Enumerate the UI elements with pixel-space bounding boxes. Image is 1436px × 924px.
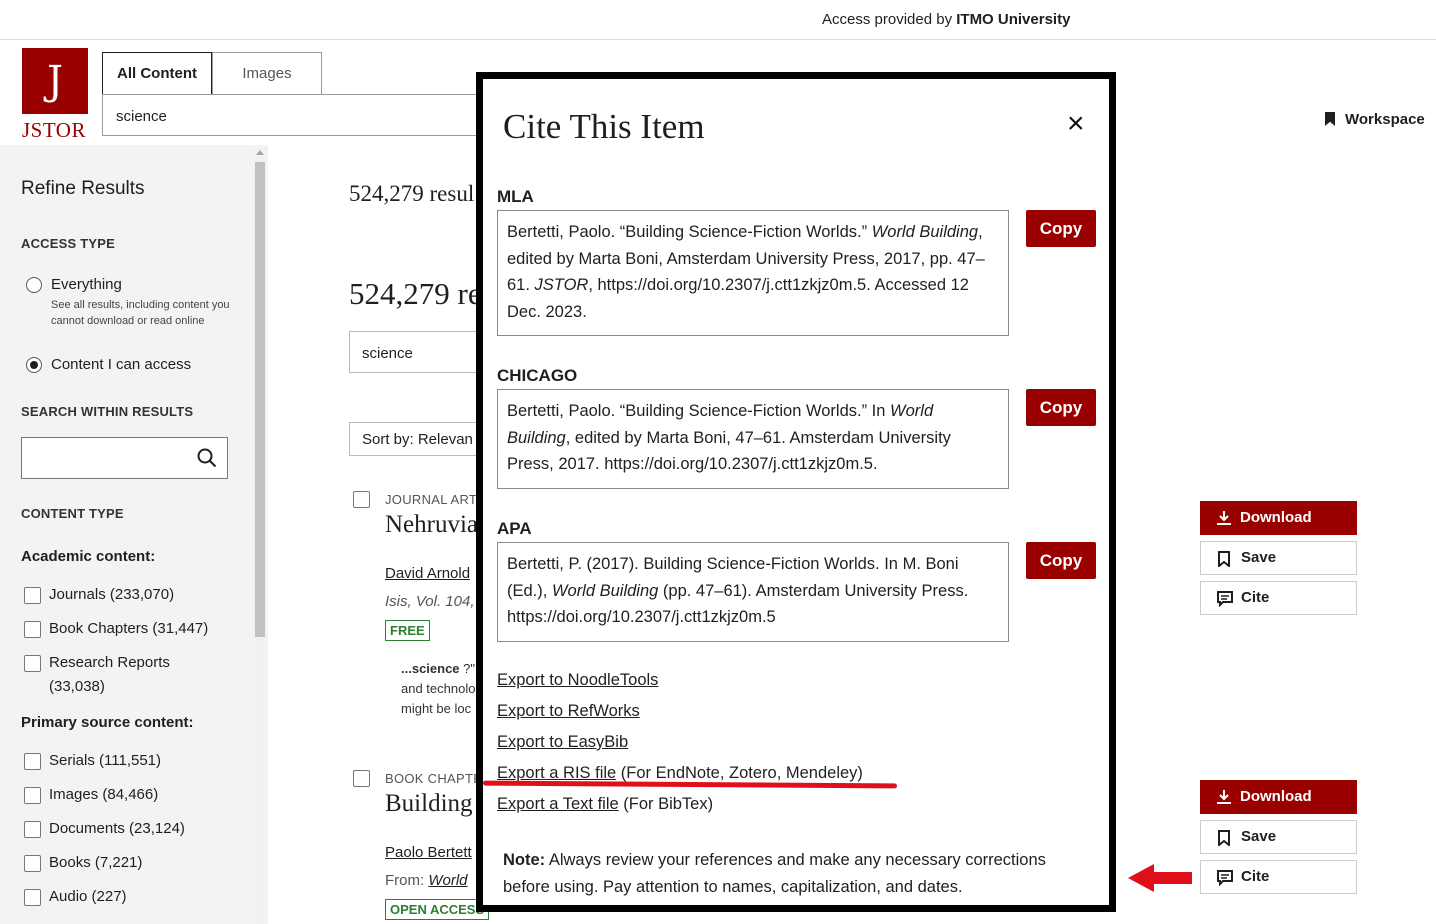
- cite-icon: [1217, 870, 1233, 886]
- radio-everything-label[interactable]: Everything: [51, 276, 122, 293]
- result-count-large: 524,279 re: [349, 276, 482, 311]
- result-1-save-button[interactable]: Save: [1200, 541, 1357, 575]
- result-1-snippet-line2: and technolo: [401, 681, 476, 696]
- filter-journals-label[interactable]: Journals (233,070): [49, 586, 174, 603]
- filter-audio-label[interactable]: Audio (227): [49, 888, 127, 905]
- checkbox-audio[interactable]: [24, 889, 41, 906]
- checkbox-journals[interactable]: [24, 587, 41, 604]
- content-type-heading: CONTENT TYPE: [21, 506, 124, 521]
- checkbox-images[interactable]: [24, 787, 41, 804]
- search-input[interactable]: science: [102, 94, 502, 136]
- scrollbar-thumb[interactable]: [255, 162, 265, 637]
- arrow-left-icon: [1128, 864, 1192, 892]
- result-2-author[interactable]: Paolo Bertett: [385, 844, 472, 861]
- result-1-author[interactable]: David Arnold: [385, 565, 470, 582]
- filter-documents-label[interactable]: Documents (23,124): [49, 820, 185, 837]
- bookmark-icon: [1218, 551, 1230, 567]
- citation-note: Note: Always review your references and …: [503, 851, 1046, 896]
- sort-select[interactable]: Sort by: Relevan: [349, 422, 489, 456]
- result-2-type: BOOK CHAPTE: [385, 771, 483, 786]
- bookmark-icon: [1218, 830, 1230, 846]
- result-1-free-badge: FREE: [385, 620, 430, 641]
- export-noodletools[interactable]: Export to NoodleTools: [497, 671, 658, 690]
- institution-name: ITMO University: [956, 11, 1071, 28]
- result-2-source-link[interactable]: World: [428, 872, 467, 889]
- result-1-download-button[interactable]: Download: [1200, 501, 1357, 535]
- bookmark-icon: [1325, 112, 1335, 126]
- jstor-logo[interactable]: J JSTOR: [22, 48, 88, 142]
- result-count-heading: 524,279 resul: [349, 181, 475, 206]
- tab-images[interactable]: Images: [212, 52, 322, 94]
- workspace-link[interactable]: Workspace: [1325, 111, 1425, 128]
- search-within-heading: SEARCH WITHIN RESULTS: [21, 404, 194, 419]
- logo-wordmark: JSTOR: [22, 118, 86, 142]
- filter-images-label[interactable]: Images (84,466): [49, 786, 158, 803]
- result-2-open-access-badge: OPEN ACCESS: [385, 899, 490, 920]
- checkbox-research-reports[interactable]: [24, 655, 41, 672]
- radio-everything[interactable]: [26, 277, 42, 293]
- search-icon[interactable]: [197, 448, 217, 468]
- filter-serials-label[interactable]: Serials (111,551): [49, 752, 161, 769]
- filter-books-label[interactable]: Books (7,221): [49, 854, 142, 871]
- result-1-snippet-line3: might be loc: [401, 701, 472, 716]
- main-search-input[interactable]: science: [349, 331, 489, 373]
- result-2-save-button[interactable]: Save: [1200, 820, 1357, 854]
- apa-citation[interactable]: Bertetti, P. (2017). Building Science-Fi…: [497, 542, 1009, 642]
- refine-results-title: Refine Results: [21, 178, 145, 199]
- result-2-source: From: World: [385, 872, 468, 889]
- filter-research-reports-label[interactable]: Research Reports: [49, 654, 170, 671]
- logo-emblem: J: [22, 48, 88, 114]
- export-refworks[interactable]: Export to RefWorks: [497, 702, 640, 721]
- result-1-checkbox[interactable]: [353, 491, 370, 508]
- result-1-source: Isis, Vol. 104,: [385, 593, 475, 610]
- chicago-label: CHICAGO: [497, 366, 578, 385]
- result-1-type: JOURNAL ART: [385, 492, 478, 507]
- scroll-up-arrow-icon[interactable]: [256, 150, 264, 155]
- apa-copy-button[interactable]: Copy: [1026, 542, 1096, 579]
- cite-icon: [1217, 591, 1233, 607]
- export-text-file[interactable]: Export a Text file (For BibTex): [497, 795, 713, 814]
- checkbox-serials[interactable]: [24, 753, 41, 770]
- apa-label: APA: [497, 519, 532, 538]
- radio-content-access-label[interactable]: Content I can access: [51, 356, 191, 373]
- tab-all-content[interactable]: All Content: [102, 52, 212, 94]
- refine-sidebar: [0, 145, 268, 924]
- result-2-checkbox[interactable]: [353, 770, 370, 787]
- checkbox-documents[interactable]: [24, 821, 41, 838]
- access-type-heading: ACCESS TYPE: [21, 236, 115, 251]
- dialog-title: Cite This Item: [503, 107, 705, 146]
- chicago-copy-button[interactable]: Copy: [1026, 389, 1096, 426]
- download-icon: [1217, 790, 1231, 804]
- filter-research-reports-count[interactable]: (33,038): [49, 678, 105, 695]
- mla-citation[interactable]: Bertetti, Paolo. “Building Science-Ficti…: [497, 210, 1009, 336]
- result-1-snippet: ...science ?": [401, 661, 476, 676]
- radio-content-i-can-access[interactable]: [26, 357, 42, 373]
- result-1-title[interactable]: Nehruvia: [385, 511, 478, 539]
- radio-everything-desc: See all results, including content you c…: [51, 299, 230, 327]
- close-icon[interactable]: ×: [1067, 109, 1085, 139]
- filter-book-chapters-label[interactable]: Book Chapters (31,447): [49, 620, 208, 637]
- download-icon: [1217, 511, 1231, 525]
- primary-source-heading: Primary source content:: [21, 714, 194, 731]
- result-1-cite-button[interactable]: Cite: [1200, 581, 1357, 615]
- mla-copy-button[interactable]: Copy: [1026, 210, 1096, 247]
- mla-label: MLA: [497, 187, 534, 206]
- academic-content-heading: Academic content:: [21, 548, 156, 565]
- chicago-citation[interactable]: Bertetti, Paolo. “Building Science-Ficti…: [497, 389, 1009, 489]
- result-2-cite-button[interactable]: Cite: [1200, 860, 1357, 894]
- export-easybib[interactable]: Export to EasyBib: [497, 733, 628, 752]
- checkbox-books[interactable]: [24, 855, 41, 872]
- checkbox-book-chapters[interactable]: [24, 621, 41, 638]
- result-2-download-button[interactable]: Download: [1200, 780, 1357, 814]
- access-provided-text: Access provided by ITMO University: [822, 11, 1071, 28]
- top-bar: [0, 0, 1436, 40]
